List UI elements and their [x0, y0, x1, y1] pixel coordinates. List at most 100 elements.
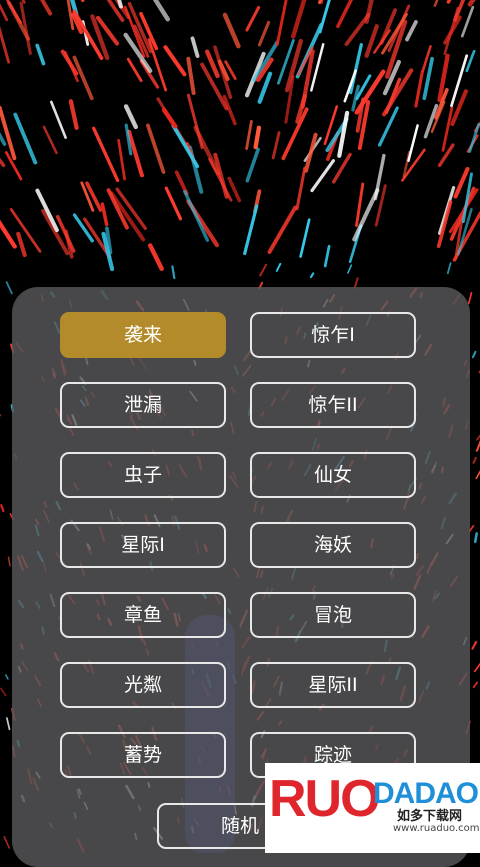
- particle-streak: [63, 52, 77, 74]
- particle-streak: [297, 168, 305, 209]
- particle-streak: [277, 264, 281, 271]
- particle-streak: [345, 71, 356, 102]
- particle-streak: [312, 161, 333, 191]
- particle-streak: [256, 128, 259, 147]
- particle-streak: [37, 46, 43, 64]
- particle-streak: [407, 22, 416, 40]
- particle-streak: [448, 263, 451, 273]
- particle-streak: [7, 718, 10, 729]
- particle-streak: [247, 8, 259, 31]
- particle-streak: [148, 125, 164, 172]
- option-button-guanglin[interactable]: 光粼: [60, 662, 226, 708]
- particle-streak: [37, 191, 57, 231]
- particle-streak: [51, 102, 65, 138]
- particle-streak: [188, 95, 202, 147]
- particle-streak: [440, 145, 453, 165]
- particle-streak: [166, 188, 180, 219]
- particle-streak: [470, 526, 474, 531]
- particle-streak: [87, 183, 101, 210]
- particle-streak: [193, 38, 198, 56]
- particle-streak: [247, 121, 252, 148]
- particle-streak: [306, 135, 316, 171]
- watermark-url: www.ruaduo.com: [393, 823, 480, 834]
- particle-streak: [301, 220, 310, 257]
- particle-streak: [259, 22, 268, 45]
- particle-streak: [448, 0, 462, 2]
- particle-streak: [475, 661, 480, 672]
- particle-streak: [0, 150, 4, 166]
- watermark-site-name: 如多下载网: [397, 805, 462, 824]
- particle-streak: [9, 557, 11, 565]
- particle-streak: [94, 128, 118, 180]
- particle-streak: [6, 675, 8, 679]
- option-button-jingzha-2[interactable]: 惊乍II: [250, 382, 416, 428]
- particle-streak: [173, 126, 197, 167]
- option-button-chongzi[interactable]: 虫子: [60, 452, 226, 498]
- particle-streak: [245, 206, 257, 254]
- particle-streak: [1, 688, 6, 695]
- particle-streak: [325, 246, 329, 266]
- particle-streak: [247, 149, 258, 180]
- particle-streak: [467, 51, 474, 71]
- particle-streak: [164, 110, 175, 126]
- particle-streak: [339, 113, 347, 156]
- option-button-maopao[interactable]: 冒泡: [250, 592, 416, 638]
- particle-streak: [473, 642, 477, 649]
- option-button-zhangyu[interactable]: 章鱼: [60, 592, 226, 638]
- option-button-xingji-1[interactable]: 星际I: [60, 522, 226, 568]
- particle-streak: [273, 133, 279, 158]
- particle-streak: [409, 125, 418, 160]
- option-button-xingji-2[interactable]: 星际II: [250, 662, 416, 708]
- particle-streak: [18, 234, 25, 255]
- particle-streak: [456, 169, 468, 197]
- particle-streak: [470, 0, 480, 4]
- particle-streak: [185, 192, 208, 241]
- option-button-xushi[interactable]: 蓄势: [60, 732, 226, 778]
- option-button-jingzha-1[interactable]: 惊乍I: [250, 312, 416, 358]
- particle-streak: [351, 45, 362, 93]
- particle-streak: [150, 246, 162, 269]
- particle-streak: [26, 0, 51, 14]
- particle-streak: [474, 683, 477, 688]
- particle-streak: [102, 204, 106, 224]
- particle-streak: [338, 0, 362, 26]
- particle-streak: [126, 125, 131, 154]
- particle-streak: [277, 0, 287, 45]
- particle-streak: [334, 155, 350, 182]
- particle-streak: [44, 127, 57, 153]
- particle-streak: [71, 101, 77, 128]
- particle-streak: [443, 108, 452, 151]
- particle-streak: [260, 265, 266, 276]
- particle-streak: [12, 0, 24, 2]
- particle-streak: [149, 0, 168, 19]
- particle-streak: [128, 59, 141, 80]
- particle-streak: [367, 0, 376, 22]
- particle-streak: [473, 352, 476, 357]
- option-button-xielou[interactable]: 泄漏: [60, 382, 226, 428]
- watermark-logo: RUO DADAO 如多下载网 www.ruaduo.com: [265, 763, 480, 853]
- particle-streak: [270, 208, 296, 253]
- particle-streak: [15, 115, 35, 163]
- particle-streak: [348, 265, 352, 273]
- particle-streak: [462, 7, 473, 36]
- particle-streak: [474, 458, 476, 463]
- option-button-haiyao[interactable]: 海妖: [250, 522, 416, 568]
- option-button-xiannv[interactable]: 仙女: [250, 452, 416, 498]
- particle-streak: [0, 108, 14, 158]
- particle-streak: [1, 505, 3, 511]
- particle-streak: [0, 0, 7, 20]
- particle-streak: [311, 273, 313, 277]
- particle-streak: [293, 0, 310, 36]
- particle-streak: [188, 59, 193, 93]
- particle-streak: [210, 159, 231, 200]
- particle-streak: [119, 140, 125, 179]
- option-button-xilai[interactable]: 袭来: [60, 312, 226, 358]
- particle-streak: [254, 42, 277, 80]
- watermark-logo-text-left: RUO: [269, 769, 379, 829]
- particle-streak: [165, 47, 184, 74]
- particle-streak: [475, 534, 477, 542]
- particle-streak: [445, 17, 460, 42]
- particle-streak: [469, 293, 472, 303]
- particle-streak: [4, 837, 9, 848]
- particle-streak: [476, 467, 480, 478]
